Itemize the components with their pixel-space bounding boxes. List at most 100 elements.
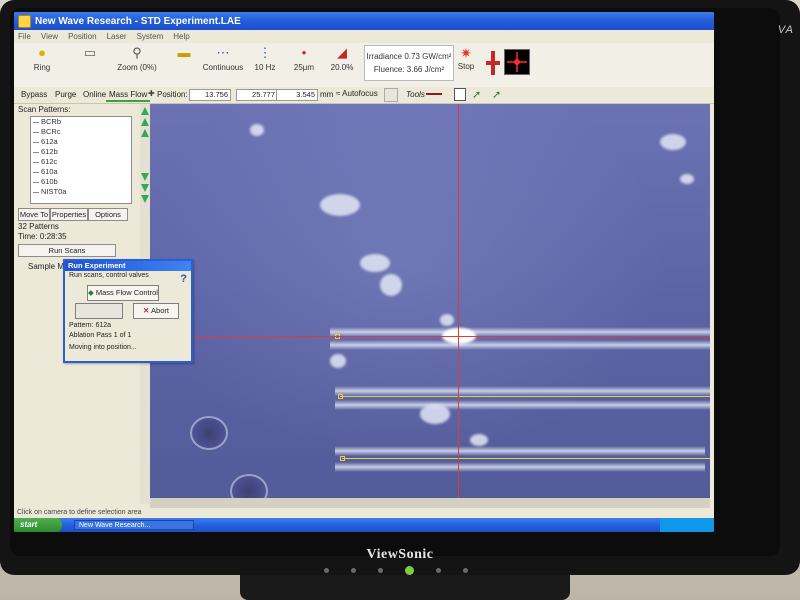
- irradiance-text: Irradiance 0.73 GW/cm²: [366, 52, 452, 61]
- scan-line-handle[interactable]: [338, 394, 343, 399]
- rep-rate-select[interactable]: ⋮ 10 Hz: [250, 45, 280, 72]
- autofocus-button[interactable]: ≈ Autofocus: [336, 89, 378, 98]
- arrow-down-icon[interactable]: [141, 173, 149, 181]
- ring-button[interactable]: ● Ring: [22, 45, 62, 72]
- particle: [330, 354, 346, 368]
- select-tool-icon[interactable]: [454, 88, 466, 101]
- particle: [320, 194, 360, 216]
- tab-online[interactable]: Online: [80, 89, 109, 100]
- properties-button[interactable]: Properties: [50, 208, 88, 221]
- line-tool-icon[interactable]: [426, 93, 442, 95]
- ablation-track: [330, 340, 710, 350]
- screen: New Wave Research - STD Experiment.LAE F…: [14, 12, 714, 532]
- scan-line-handle[interactable]: [340, 456, 345, 461]
- monitor-button[interactable]: [436, 568, 441, 573]
- energy-value: 20.0%: [330, 63, 354, 72]
- energy-wedge-icon: ◢: [337, 45, 347, 60]
- ablation-track: [335, 400, 710, 410]
- laser-fire-button[interactable]: [504, 49, 530, 75]
- scan-line[interactable]: [342, 458, 710, 459]
- menu-bar: File View Position Laser System Help: [14, 30, 714, 43]
- monitor-stand: [240, 575, 570, 600]
- monitor-button[interactable]: [351, 568, 356, 573]
- ablation-track: [335, 386, 710, 396]
- arrow-up-icon[interactable]: [141, 129, 149, 137]
- mass-flow-control-button[interactable]: ◆ Mass Flow Control: [87, 285, 159, 301]
- laser-crosshair-icon: [507, 52, 527, 72]
- run-status: Moving into position...: [69, 344, 137, 351]
- options-button[interactable]: Options: [88, 208, 128, 221]
- list-item[interactable]: BCRb: [31, 117, 131, 127]
- status-bar: Click on camera to define selection area: [14, 508, 714, 518]
- print-icon[interactable]: [384, 88, 398, 102]
- position-y-field[interactable]: 25.777: [236, 89, 278, 101]
- spot-size-value: 25µm: [293, 63, 315, 72]
- list-item[interactable]: 612c: [31, 157, 131, 167]
- list-item[interactable]: 612a: [31, 137, 131, 147]
- arrow-down-icon[interactable]: [141, 184, 149, 192]
- start-run-button[interactable]: [75, 303, 123, 319]
- monitor-button[interactable]: [378, 568, 383, 573]
- menu-help[interactable]: Help: [173, 32, 189, 41]
- window-titlebar[interactable]: New Wave Research - STD Experiment.LAE: [14, 12, 714, 30]
- scan-line[interactable]: [340, 396, 710, 397]
- pattern-tool-icon[interactable]: ➚: [472, 88, 481, 101]
- menu-laser[interactable]: Laser: [107, 32, 127, 41]
- start-button[interactable]: start: [14, 518, 62, 532]
- tab-purge[interactable]: Purge: [52, 89, 79, 100]
- menu-system[interactable]: System: [137, 32, 164, 41]
- stop-button[interactable]: ✷ Stop: [449, 45, 483, 81]
- position-unit: mm: [320, 90, 334, 99]
- mode-select[interactable]: ⋯ Continuous: [198, 45, 248, 72]
- pulse-icon: ⋯: [216, 45, 230, 60]
- crosshair-vertical: [458, 104, 459, 498]
- slider-icon: ▭: [83, 45, 97, 60]
- draw-tool-icon[interactable]: ➚: [492, 88, 501, 101]
- list-item[interactable]: NIST0a: [31, 187, 131, 197]
- list-item[interactable]: 612b: [31, 147, 131, 157]
- laser-mode-indicator[interactable]: ▬: [169, 45, 199, 63]
- taskbar-item[interactable]: New Wave Research...: [74, 520, 194, 530]
- position-z-field[interactable]: 3.545: [276, 89, 318, 101]
- list-item[interactable]: 610a: [31, 167, 131, 177]
- arrow-up-icon[interactable]: [141, 118, 149, 126]
- spot-size-select[interactable]: • 25µm: [286, 45, 322, 72]
- ring-label: Ring: [33, 63, 51, 72]
- run-scans-button[interactable]: Run Scans: [18, 244, 116, 257]
- arrow-down-icon[interactable]: [141, 195, 149, 203]
- tab-mass-flow[interactable]: Mass Flow: [106, 89, 151, 102]
- menu-file[interactable]: File: [18, 32, 31, 41]
- rep-rate-icon: ⋮: [258, 45, 272, 60]
- camera-view[interactable]: [150, 104, 710, 498]
- list-item[interactable]: BCRc: [31, 127, 131, 137]
- valve-icon: ◆: [88, 288, 94, 297]
- abort-label: Abort: [151, 306, 169, 315]
- menu-view[interactable]: View: [41, 32, 58, 41]
- list-item[interactable]: 610b: [31, 177, 131, 187]
- abort-button[interactable]: ✕ Abort: [133, 303, 179, 319]
- dialog-title[interactable]: Run Experiment: [65, 261, 191, 271]
- particle: [470, 434, 488, 446]
- monitor-brand-logo: ViewSonic: [366, 547, 434, 562]
- tools-label: Tools: [406, 90, 425, 99]
- help-icon[interactable]: ?: [180, 273, 187, 285]
- monitor-button[interactable]: [324, 568, 329, 573]
- scan-pattern-list[interactable]: BCRb BCRc 612a 612b 612c 610a 610b NIST0…: [30, 116, 132, 204]
- pattern-count: 32 Patterns: [18, 222, 59, 231]
- zoom-button[interactable]: ⚲ Zoom (0%): [114, 45, 160, 72]
- energy-select[interactable]: ◢ 20.0%: [324, 45, 360, 72]
- monitor-button[interactable]: [463, 568, 468, 573]
- illumination-slider[interactable]: ▭: [68, 45, 112, 63]
- system-tray[interactable]: [660, 518, 714, 532]
- tab-bypass[interactable]: Bypass: [18, 89, 50, 100]
- abort-icon: ✕: [143, 306, 150, 315]
- power-button[interactable]: [405, 566, 414, 575]
- menu-position[interactable]: Position: [68, 32, 96, 41]
- app-icon: [18, 14, 31, 28]
- arrow-up-icon[interactable]: [141, 107, 149, 115]
- camera-scroll-bar[interactable]: [150, 498, 710, 508]
- move-to-button[interactable]: Move To: [18, 208, 50, 221]
- position-x-field[interactable]: 13.756: [189, 89, 231, 101]
- beam-align-icon[interactable]: [486, 51, 500, 75]
- lightbulb-icon: ●: [38, 45, 46, 60]
